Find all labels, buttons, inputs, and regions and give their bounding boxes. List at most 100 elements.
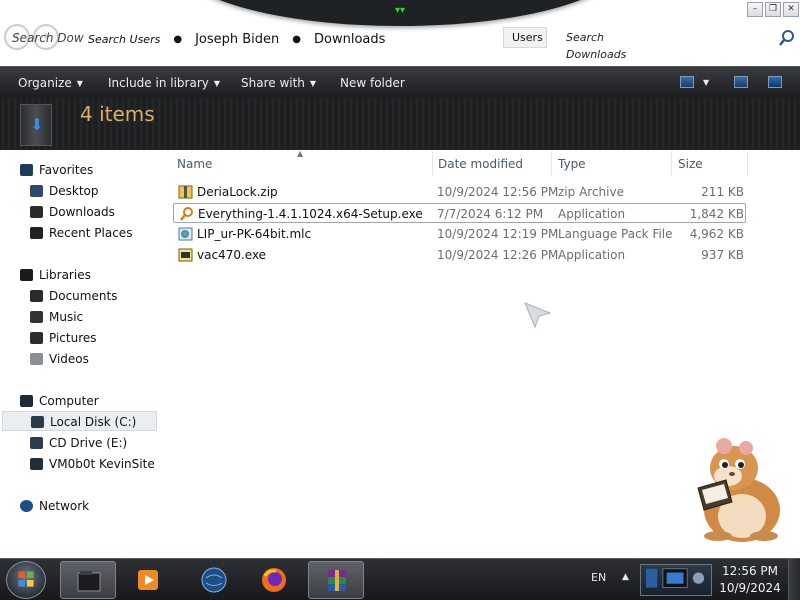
winrar-icon [328, 570, 346, 591]
organize-button[interactable]: Organize ▼ [18, 67, 83, 99]
nav-item-recent-places-label: Recent Places [49, 226, 133, 240]
share-with-button[interactable]: Share with ▼ [241, 67, 316, 99]
include-in-library-label: Include in library [108, 76, 209, 90]
maximize-button[interactable]: ❐ [765, 2, 781, 17]
nav-computer-label: Computer [39, 394, 99, 408]
file-row[interactable]: Everything-1.4.1.1024.x64-Setup.exe 7/7/… [173, 203, 746, 223]
installer-icon [178, 248, 193, 262]
taskbar-firefox-button[interactable] [246, 561, 302, 599]
system-clock[interactable]: 12:56 PM 10/9/2024 [718, 563, 782, 597]
preview-pane-icon[interactable] [734, 76, 748, 88]
status-led-icon: ▾▾ [394, 5, 406, 16]
download-arrow-icon: ⬇ [30, 115, 44, 134]
nav-libraries[interactable]: Libraries [20, 265, 91, 285]
downloads-icon [30, 206, 43, 218]
nav-libraries-label: Libraries [39, 268, 91, 282]
network-drive-icon [30, 458, 43, 470]
nav-item-pictures-label: Pictures [49, 331, 97, 345]
nav-item-pictures[interactable]: Pictures [30, 328, 97, 348]
column-header-date-modified[interactable]: Date modified [438, 156, 523, 172]
nav-item-documents-label: Documents [49, 289, 118, 303]
globe-icon [201, 567, 227, 593]
column-divider[interactable] [671, 152, 672, 176]
taskbar-media-player-button[interactable] [120, 561, 176, 599]
documents-icon [30, 290, 43, 302]
search-input[interactable]: Search Downloads [563, 29, 667, 61]
hamster-gadget-icon [697, 438, 780, 542]
file-row[interactable]: LIP_ur-PK-64bit.mlc 10/9/2024 12:19 PM L… [173, 224, 746, 244]
nav-item-videos[interactable]: Videos [30, 349, 89, 369]
network-globe-icon [20, 500, 33, 512]
file-size: 211 KB [701, 185, 744, 199]
breadcrumb-item-downloads[interactable]: Downloads [311, 32, 388, 47]
close-button[interactable]: ✕ [783, 2, 799, 17]
recent-places-icon [30, 227, 43, 239]
desktop-icon [30, 185, 43, 197]
file-name: LIP_ur-PK-64bit.mlc [197, 227, 312, 241]
breadcrumb-separator-icon[interactable]: ● [282, 34, 311, 45]
file-name: DeriaLock.zip [197, 185, 278, 199]
column-header-type[interactable]: Type [558, 156, 586, 172]
nav-network[interactable]: Network [20, 496, 89, 516]
column-divider[interactable] [432, 152, 433, 176]
file-date: 7/7/2024 6:12 PM [437, 207, 544, 221]
tray-app-thumbnail[interactable] [640, 564, 712, 596]
magnifier-app-icon [180, 207, 193, 221]
file-row[interactable]: DeriaLock.zip 10/9/2024 12:56 PM zip Arc… [173, 182, 746, 202]
organize-label: Organize [18, 76, 72, 90]
nav-item-documents[interactable]: Documents [30, 286, 117, 306]
star-icon [20, 164, 33, 176]
nav-item-network-drive[interactable]: VM0b0t KevinSite [30, 454, 155, 474]
clock-date: 10/9/2024 [719, 581, 781, 595]
file-name: vac470.exe [197, 248, 267, 262]
help-icon[interactable] [768, 76, 782, 88]
column-divider[interactable] [747, 152, 748, 176]
taskbar-winrar-button[interactable] [308, 561, 364, 599]
clock-time: 12:56 PM [722, 564, 778, 578]
file-date: 10/9/2024 12:19 PM [437, 227, 559, 241]
nav-favorites-label: Favorites [39, 163, 94, 177]
show-desktop-button[interactable] [788, 559, 800, 600]
show-hidden-icons-chevron-icon[interactable]: ▲ [622, 572, 629, 582]
minimize-button[interactable]: – [747, 2, 763, 17]
file-type: Application [558, 248, 626, 262]
new-folder-button[interactable]: New folder [340, 67, 405, 99]
nav-item-recent-places[interactable]: Recent Places [30, 223, 132, 243]
search-ghost-text: Search Dow [12, 31, 84, 45]
nav-item-music[interactable]: Music [30, 307, 83, 327]
chevron-down-icon: ▼ [76, 79, 83, 88]
nav-item-network-drive-label: VM0b0t KevinSite [49, 457, 155, 471]
start-button[interactable] [6, 561, 46, 599]
nav-item-local-disk[interactable]: Local Disk (C:) [2, 411, 157, 431]
nav-favorites[interactable]: Favorites [20, 160, 93, 180]
file-name: Everything-1.4.1.1024.x64-Setup.exe [198, 207, 423, 221]
view-options-chevron-icon[interactable]: ▼ [703, 67, 709, 99]
address-dropdown[interactable]: Users [503, 27, 547, 48]
nav-item-videos-label: Videos [49, 352, 89, 366]
nav-item-downloads[interactable]: Downloads [30, 202, 115, 222]
file-type: Language Pack File [558, 227, 673, 241]
breadcrumb-separator-icon[interactable]: ● [163, 34, 192, 45]
breadcrumb-item-user[interactable]: Joseph Biden [192, 32, 282, 47]
column-header-size[interactable]: Size [678, 156, 703, 172]
breadcrumb[interactable]: Search Users ● Joseph Biden ● Downloads [85, 30, 388, 48]
file-row[interactable]: vac470.exe 10/9/2024 12:26 PM Applicatio… [173, 245, 746, 265]
breadcrumb-item-start[interactable]: Search Users [85, 33, 163, 46]
nav-computer[interactable]: Computer [20, 391, 99, 411]
address-dropdown-label: Users [512, 31, 543, 44]
nav-item-desktop[interactable]: Desktop [30, 181, 99, 201]
taskbar-explorer-button[interactable] [60, 561, 116, 599]
search-icon[interactable] [778, 29, 796, 47]
language-indicator[interactable]: EN [591, 571, 606, 584]
chevron-down-icon: ▼ [309, 79, 317, 88]
nav-item-cd-drive[interactable]: CD Drive (E:) [30, 433, 127, 453]
column-header-name[interactable]: Name [177, 156, 212, 172]
include-in-library-button[interactable]: Include in library ▼ [108, 67, 220, 99]
taskbar-browser-button[interactable] [186, 561, 242, 599]
nav-item-cd-drive-label: CD Drive (E:) [49, 436, 128, 450]
column-divider[interactable] [551, 152, 552, 176]
nav-item-local-disk-label: Local Disk (C:) [50, 415, 137, 429]
file-size: 937 KB [701, 248, 744, 262]
file-date: 10/9/2024 12:26 PM [437, 248, 559, 262]
change-view-icon[interactable] [680, 76, 694, 88]
